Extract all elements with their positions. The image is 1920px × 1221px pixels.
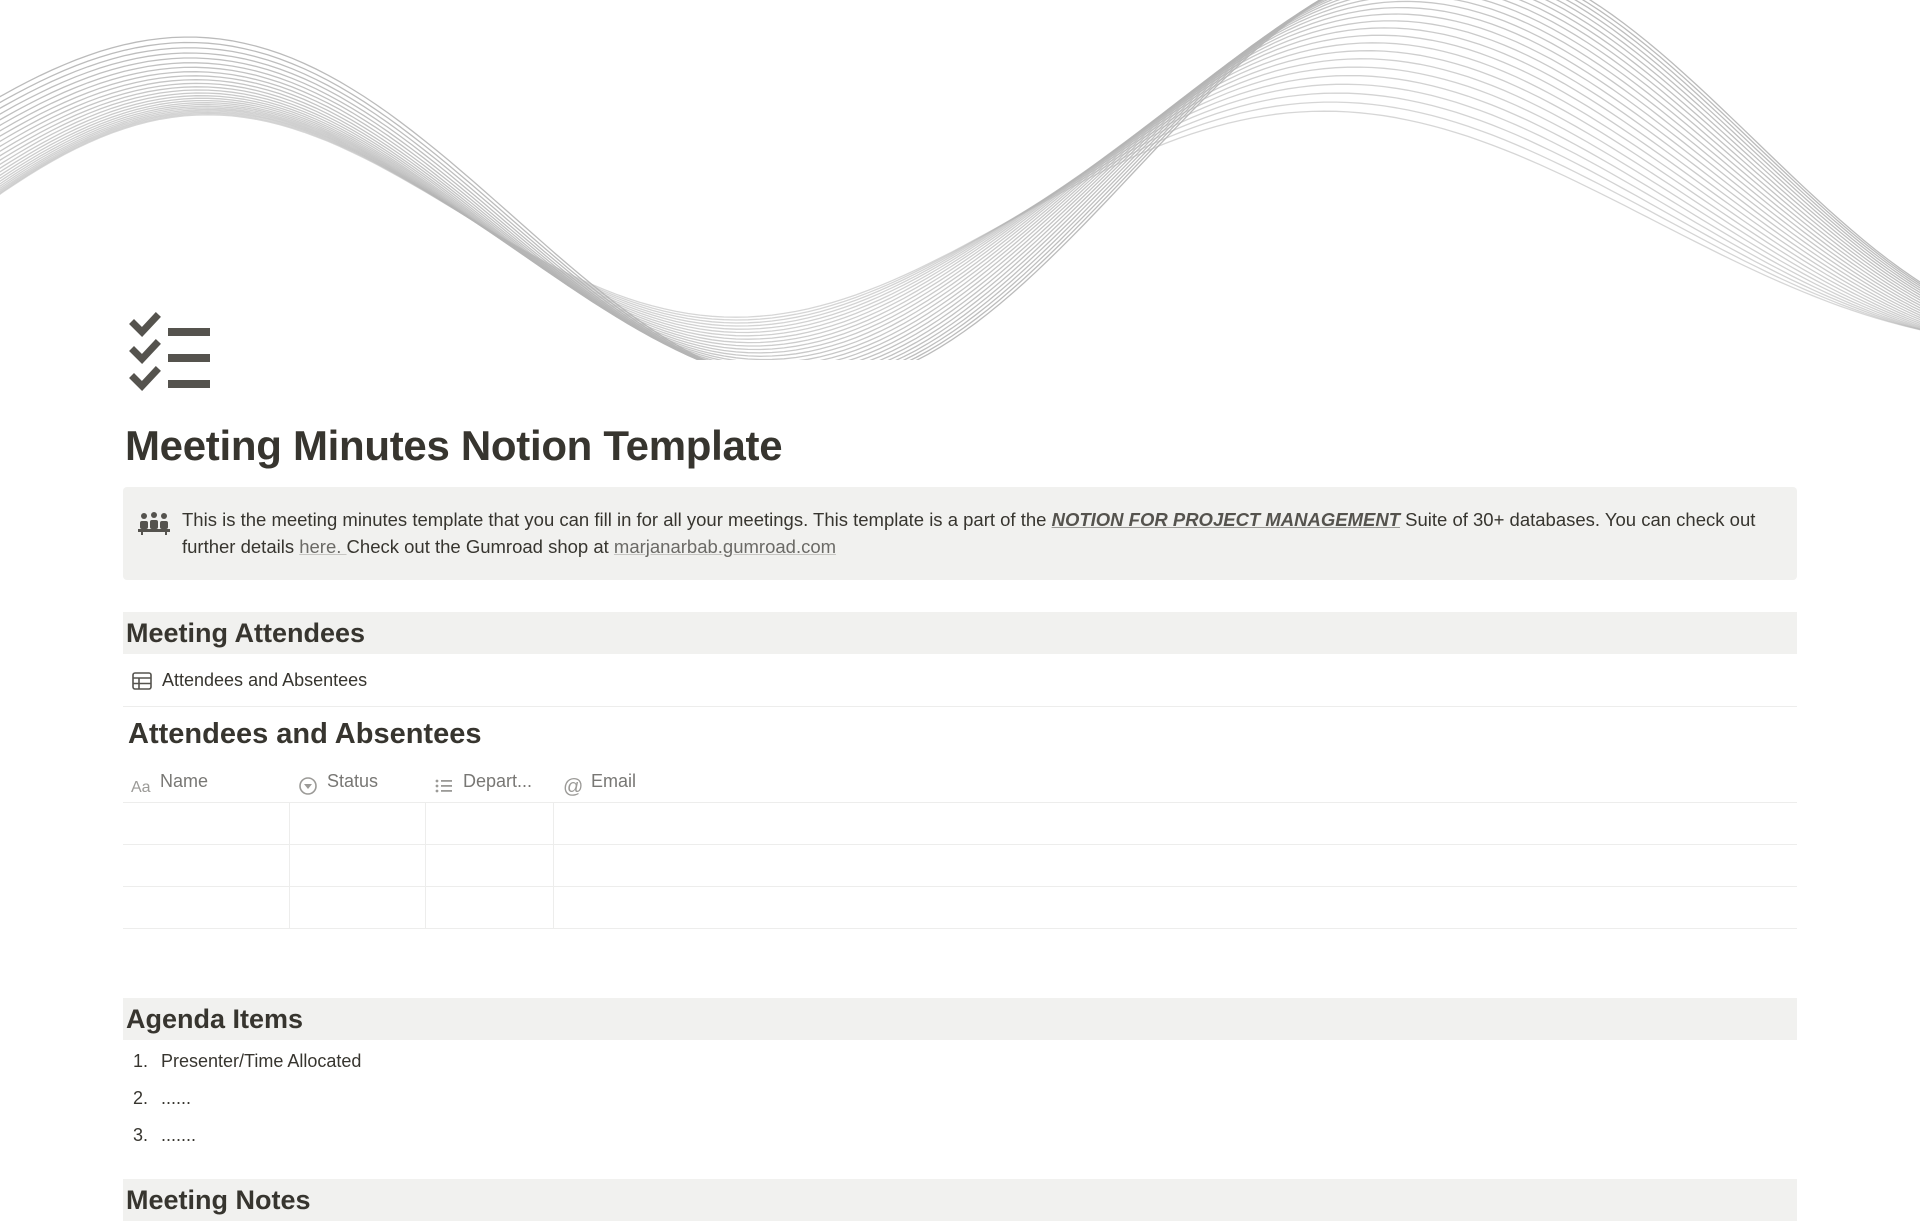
wave-line: [0, 0, 1920, 360]
list-number: 2.: [133, 1088, 149, 1108]
list-number: 1.: [133, 1051, 149, 1071]
callout-text-part: This is the meeting minutes template tha…: [182, 509, 1052, 530]
svg-text:Aa: Aa: [131, 779, 151, 796]
status-property-icon: [298, 773, 318, 795]
wave-line: [0, 20, 1920, 354]
here-link[interactable]: here.: [299, 536, 346, 557]
table-header: Aa Name Status Depart... @ Email: [123, 764, 1797, 803]
callout-text: This is the meeting minutes template tha…: [182, 506, 1762, 560]
column-header-name[interactable]: Aa Name: [123, 764, 289, 802]
list-item-text: .......: [161, 1125, 197, 1145]
list-item-text: Presenter/Time Allocated: [161, 1051, 362, 1071]
list-number: 3.: [133, 1125, 149, 1145]
project-management-link[interactable]: NOTION FOR PROJECT MANAGEMENT: [1052, 509, 1400, 530]
table-row[interactable]: [123, 845, 1797, 887]
svg-text:@: @: [563, 776, 582, 796]
text-property-icon: Aa: [131, 773, 151, 796]
wave-line: [0, 92, 1920, 330]
info-callout: This is the meeting minutes template tha…: [123, 487, 1797, 580]
agenda-items-heading: Agenda Items: [123, 998, 1797, 1040]
database-link-label: Attendees and Absentees: [162, 670, 368, 690]
column-header-label: Depart...: [463, 771, 533, 791]
meeting-people-icon: [138, 511, 170, 535]
column-divider: [425, 803, 426, 929]
list-property-icon: [434, 773, 454, 793]
wave-line: [0, 66, 1920, 334]
wave-line: [0, 0, 1920, 360]
column-header-email[interactable]: @ Email: [554, 764, 754, 802]
meeting-notes-heading: Meeting Notes: [123, 1179, 1797, 1221]
at-sign-icon: @: [562, 773, 583, 798]
column-divider: [289, 803, 290, 929]
wave-lines-graphic: [0, 0, 1920, 360]
wave-line: [0, 0, 1920, 360]
table-icon: [132, 672, 152, 690]
table-row[interactable]: [123, 887, 1797, 929]
wave-line: [0, 0, 1920, 360]
callout-text-part: Check out the Gumroad shop at: [346, 536, 614, 557]
page-title: Meeting Minutes Notion Template: [125, 422, 783, 469]
wave-line: [0, 0, 1920, 360]
wave-line: [0, 0, 1920, 360]
column-header-label: Status: [327, 771, 379, 791]
meeting-attendees-heading: Meeting Attendees: [123, 612, 1797, 654]
wave-line: [0, 0, 1920, 360]
wave-line: [0, 101, 1920, 331]
column-header-status[interactable]: Status: [290, 764, 425, 802]
table-row[interactable]: [123, 803, 1797, 845]
column-divider: [553, 803, 554, 929]
wave-line: [0, 0, 1920, 360]
wave-line: [0, 0, 1920, 360]
checklist-icon: [128, 312, 218, 396]
column-header-department[interactable]: Depart...: [426, 764, 554, 802]
cover-image: [0, 0, 1920, 360]
column-header-label: Name: [160, 771, 209, 791]
gumroad-shop-link[interactable]: marjanarbab.gumroad.com: [614, 536, 836, 557]
wave-line: [0, 0, 1920, 360]
list-item-text: ......: [161, 1088, 192, 1108]
database-link[interactable]: Attendees and Absentees: [123, 655, 1797, 707]
wave-line: [0, 0, 1920, 360]
column-header-label: Email: [591, 771, 637, 791]
database-title[interactable]: Attendees and Absentees: [128, 718, 481, 751]
